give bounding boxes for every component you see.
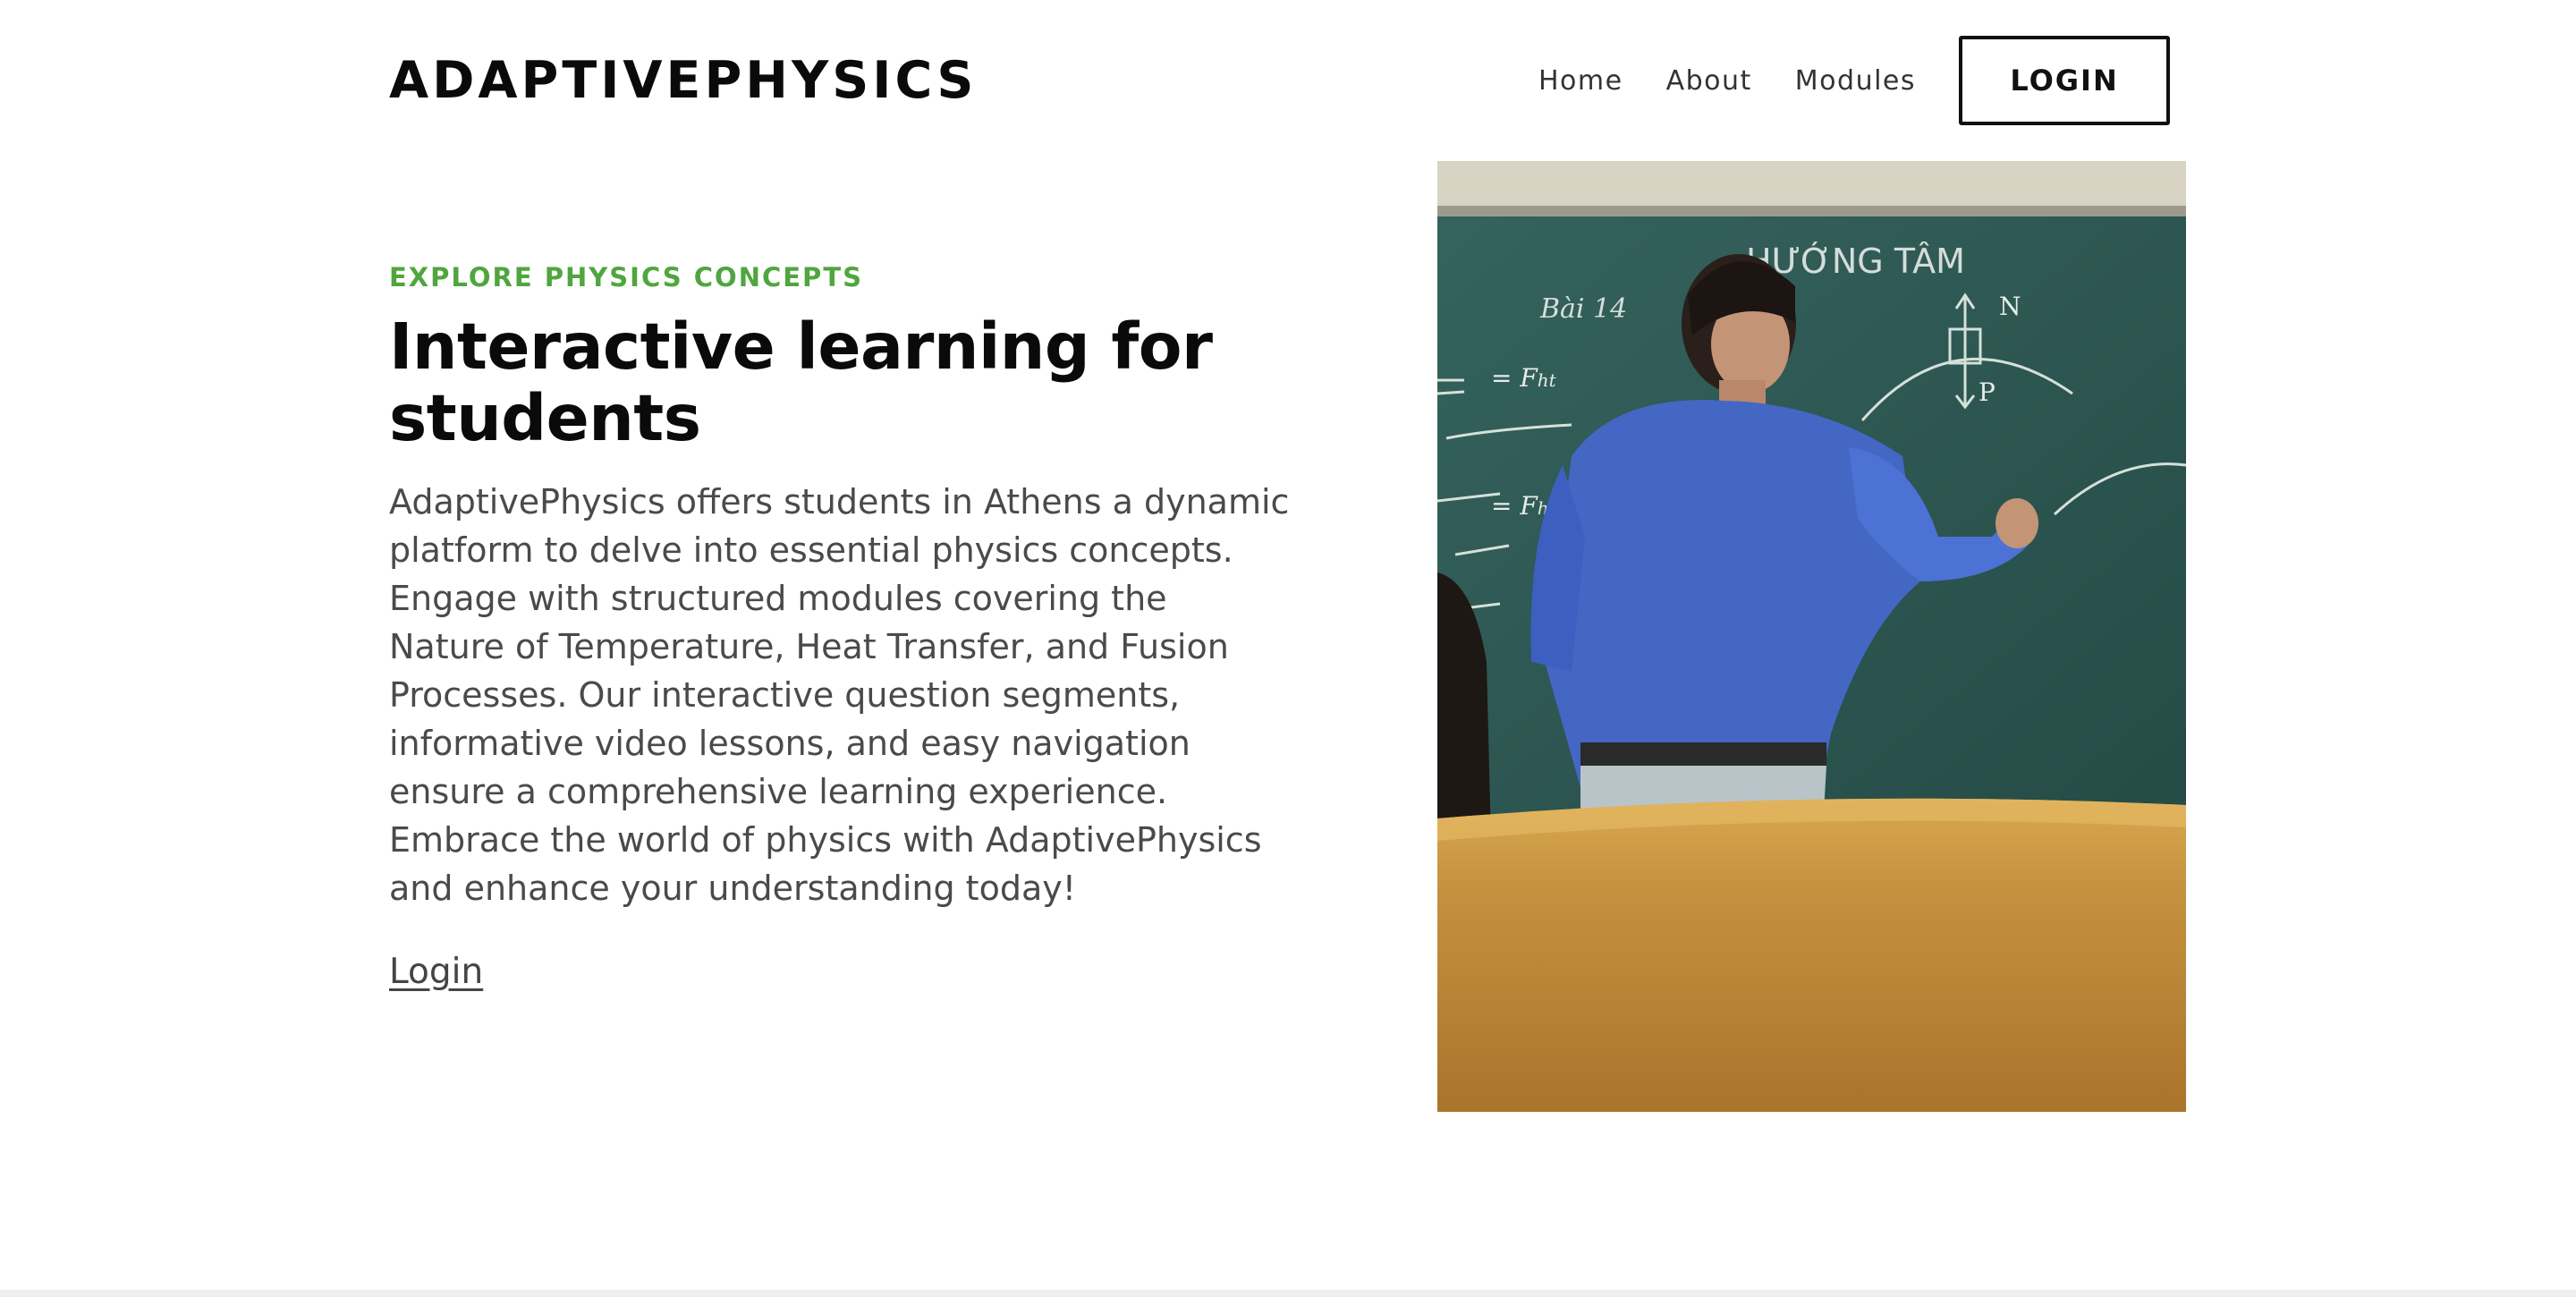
brand-logo[interactable]: ADAPTIVEPHYSICS [389, 52, 977, 109]
nav-link-modules[interactable]: Modules [1795, 65, 1916, 97]
nav-link-about[interactable]: About [1666, 65, 1752, 97]
hero-login-link[interactable]: Login [389, 952, 483, 992]
hero-image: Bài 14 HƯỚNG TÂM = Fht = Fht N P [1437, 161, 2186, 1112]
login-button[interactable]: LOGIN [1959, 36, 2171, 125]
svg-text:P: P [1979, 377, 1996, 407]
hero-text: EXPLORE PHYSICS CONCEPTS Interactive lea… [389, 259, 1301, 992]
svg-text:N: N [1999, 292, 2021, 321]
hero-description: AdaptivePhysics offers students in Athen… [389, 482, 1290, 908]
page: ADAPTIVEPHYSICS Home About Modules LOGIN… [0, 0, 2576, 1297]
site-header: ADAPTIVEPHYSICS Home About Modules LOGIN [0, 0, 2576, 161]
board-note: Bài 14 [1539, 293, 1627, 325]
hero-title: Interactive learning for students [389, 309, 1213, 455]
chalkboard-photo: Bài 14 HƯỚNG TÂM = Fht = Fht N P [1437, 161, 2186, 1112]
footer-divider [0, 1290, 2576, 1297]
hero-eyebrow: EXPLORE PHYSICS CONCEPTS [389, 262, 863, 292]
main-nav: Home About Modules LOGIN [1538, 36, 2171, 125]
nav-link-home[interactable]: Home [1538, 65, 1623, 97]
